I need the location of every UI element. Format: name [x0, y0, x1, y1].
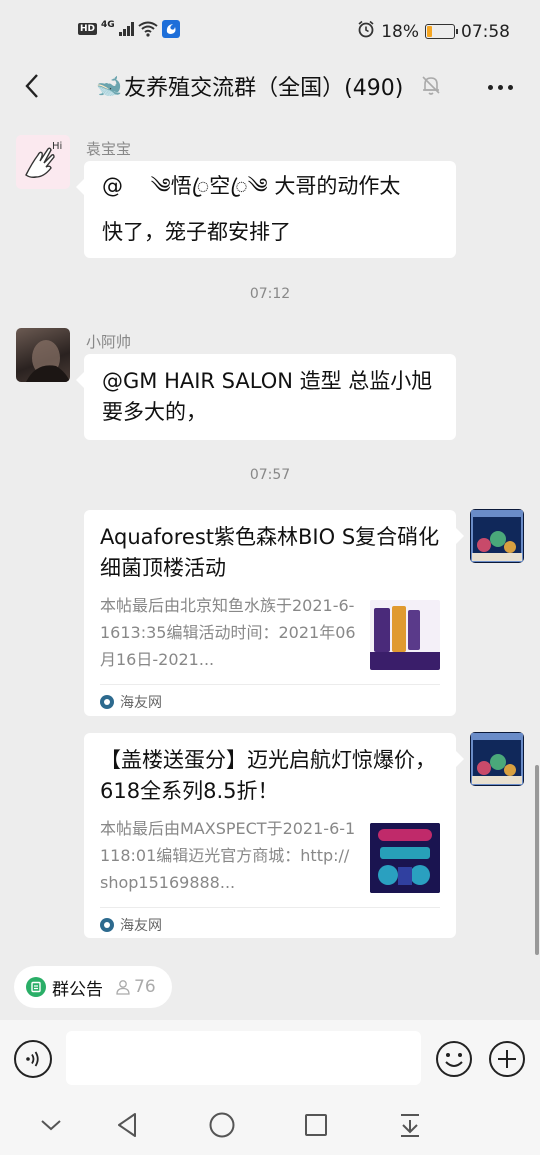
message-line: @GM HAIR SALON 造型 总监小旭: [102, 369, 433, 393]
card-source: 海友网: [100, 684, 440, 718]
card-title: Aquaforest紫色森林BIO S复合硝化细菌顶楼活动: [100, 525, 440, 580]
battery-level: [427, 26, 432, 37]
message-bubble[interactable]: @ ༄悟ꦿ空ꦿ༄ 大哥的动作太 快了，笼子都安排了: [76, 161, 456, 258]
status-icons-left: HD 4G: [78, 20, 180, 38]
wifi-icon: [138, 21, 158, 37]
message-line: 要多大的，: [102, 400, 207, 424]
card-description: 本帖最后由北京知鱼水族于2021-6-1613:35编辑活动时间：2021年06…: [100, 596, 356, 669]
timestamp: 07:57: [249, 467, 291, 483]
alarm-icon: [357, 20, 375, 43]
scrollbar[interactable]: [535, 765, 539, 955]
bell-off-icon: [420, 74, 442, 100]
chat-title-text: 友养殖交流群（全国）(490): [124, 76, 404, 101]
plus-icon: [489, 1041, 525, 1077]
notice-label: 群公告: [52, 979, 103, 1000]
message-input[interactable]: [66, 1031, 421, 1085]
status-bar: HD 4G 18% 07:58: [0, 0, 540, 62]
message-bubble[interactable]: @GM HAIR SALON 造型 总监小旭 要多大的，: [76, 354, 456, 440]
avatar[interactable]: [470, 732, 524, 786]
back-button[interactable]: [14, 68, 50, 104]
avatar[interactable]: Hi: [16, 135, 70, 189]
network-label: 4G: [101, 20, 115, 30]
triangle-back-icon: [118, 1113, 136, 1137]
nav-recents-button[interactable]: [301, 1110, 331, 1140]
more-dots-icon: [487, 84, 513, 90]
card-source: 海友网: [100, 907, 440, 941]
svg-text:Hi: Hi: [52, 141, 62, 152]
circle-home-icon: [209, 1112, 235, 1138]
sender-name: 袁宝宝: [86, 140, 132, 158]
clock: 07:58: [461, 21, 510, 42]
source-logo-icon: [100, 694, 114, 709]
battery-percent: 18%: [381, 21, 419, 42]
more-button[interactable]: [482, 72, 518, 102]
card-thumbnail: [370, 823, 440, 893]
nav-back-button[interactable]: [112, 1110, 142, 1140]
whale-emoji: 🐋: [96, 73, 123, 98]
avatar[interactable]: [470, 509, 524, 563]
notice-count-value: 76: [134, 977, 156, 997]
message-line: 快了，笼子都安排了: [102, 220, 291, 244]
card-thumbnail: [370, 600, 440, 670]
avatar[interactable]: [16, 328, 70, 382]
emoji-icon: [436, 1041, 472, 1077]
hd-badge: HD: [78, 23, 98, 35]
link-card[interactable]: Aquaforest紫色森林BIO S复合硝化细菌顶楼活动 本帖最后由北京知鱼水…: [84, 510, 464, 718]
square-recents-icon: [305, 1114, 327, 1136]
timestamp: 07:12: [249, 286, 291, 302]
notice-reader-count: 76: [115, 977, 156, 997]
voice-button[interactable]: [14, 1040, 52, 1078]
voice-icon: [26, 1051, 39, 1067]
nav-dropdown-button[interactable]: [395, 1110, 425, 1140]
plus-button[interactable]: [488, 1040, 526, 1078]
input-bar: [0, 1020, 540, 1096]
pull-down-icon: [401, 1114, 419, 1137]
card-description: 本帖最后由MAXSPECT于2021-6-1118:01编辑迈光官方商城：htt…: [100, 819, 356, 892]
collapse-button[interactable]: [36, 1110, 66, 1140]
person-icon: [116, 980, 130, 995]
sender-name: 小阿帅: [86, 333, 132, 351]
group-notice-chip[interactable]: 群公告 76: [14, 966, 172, 1008]
source-logo-icon: [100, 917, 114, 932]
nav-home-button[interactable]: [207, 1110, 237, 1140]
link-card[interactable]: 【盖楼送蛋分】迈光启航灯惊爆价，618全系列8.5折！ 本帖最后由MAXSPEC…: [84, 733, 464, 941]
message-line: @ ༄悟ꦿ空ꦿ༄ 大哥的动作太: [102, 174, 401, 198]
signal-icon: [118, 22, 134, 36]
battery-icon: [425, 24, 458, 39]
chevron-down-icon: [41, 1120, 61, 1131]
card-body: 本帖最后由北京知鱼水族于2021-6-1613:35编辑活动时间：2021年06…: [100, 592, 440, 678]
app-notification-icon: [161, 20, 180, 38]
card-source-name: 海友网: [120, 694, 162, 711]
system-nav-bar: [0, 1096, 540, 1155]
card-title: 【盖楼送蛋分】迈光启航灯惊爆价，618全系列8.5折！: [100, 748, 436, 803]
card-source-name: 海友网: [120, 917, 162, 934]
card-body: 本帖最后由MAXSPECT于2021-6-1118:01编辑迈光官方商城：htt…: [100, 815, 440, 901]
chevron-left-icon: [25, 74, 38, 98]
chat-title[interactable]: 🐋 友养殖交流群（全国）(490): [96, 70, 403, 102]
notice-icon: [26, 977, 46, 997]
chat-header: 🐋 友养殖交流群（全国）(490): [0, 62, 540, 112]
status-icons-right: 18% 07:58: [357, 20, 510, 43]
emoji-button[interactable]: [435, 1040, 473, 1078]
